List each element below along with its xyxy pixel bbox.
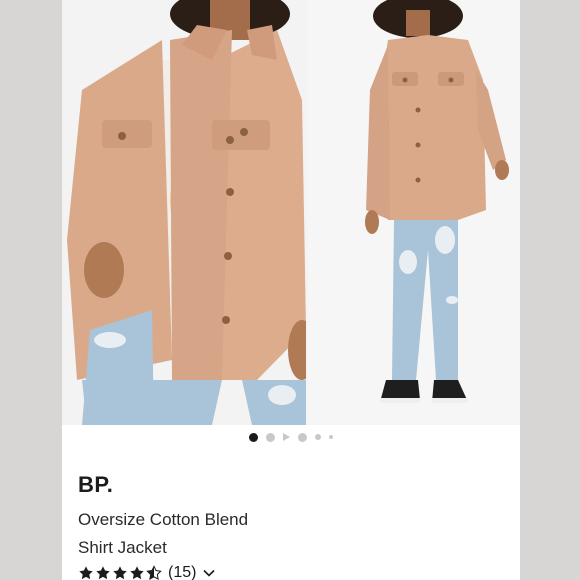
gallery-dot-1[interactable] [249,432,258,442]
gallery-dot-4[interactable] [298,432,307,442]
rating-summary[interactable]: (15) [78,562,216,580]
video-play-icon[interactable] [283,433,290,441]
page-frame: 19 [0,0,580,580]
star-full-icon [96,566,110,580]
product-card: 19 [62,0,520,580]
brand-name[interactable]: BP. [78,472,113,498]
star-full-icon [79,566,93,580]
star-full-icon [113,566,127,580]
product-photo-closeup[interactable]: 19 [62,0,306,425]
star-rating [78,565,162,580]
gallery-dot-5[interactable] [315,434,321,440]
gallery-dot-6[interactable] [329,435,333,439]
gallery-dot-2[interactable] [266,432,275,442]
product-title-line-1: Oversize Cotton Blend [78,510,249,529]
star-half-icon [146,565,162,580]
product-title-line-2: Shirt Jacket [78,538,167,557]
review-count[interactable]: (15) [168,564,196,580]
photo-closeup-illustration: 19 [62,0,306,425]
product-image-gallery[interactable]: 19 [62,0,520,425]
star-full-icon [130,566,144,580]
chevron-down-icon[interactable] [202,566,216,580]
photo-fullbody-illustration [308,0,520,425]
product-title: Oversize Cotton Blend Shirt Jacket [78,506,498,562]
gallery-pagination [62,430,520,444]
product-photo-fullbody[interactable] [308,0,520,425]
